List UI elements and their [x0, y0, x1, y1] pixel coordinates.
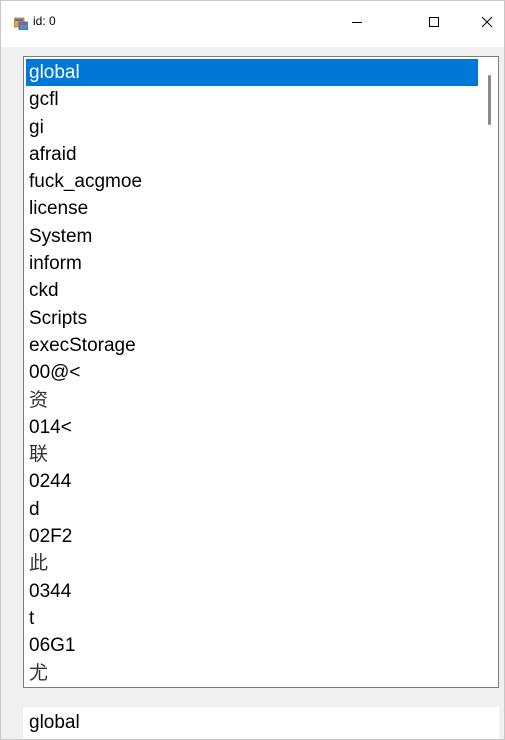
list-item-selected[interactable]: global — [26, 59, 478, 87]
close-button[interactable] — [464, 1, 505, 47]
window-title: id: 0 — [33, 14, 56, 28]
list-item[interactable]: 02F2 — [26, 523, 478, 550]
list-item[interactable]: 0344 — [26, 578, 478, 605]
list-item[interactable]: ckd — [26, 277, 478, 304]
app-window: id: 0 global gcfl gi afraid fuck_acgmoe licen… — [0, 0, 505, 740]
list-item[interactable]: afraid — [26, 141, 478, 168]
maximize-icon — [428, 15, 440, 33]
list-item[interactable]: 资 — [26, 387, 478, 414]
list-item[interactable]: 0244 — [26, 468, 478, 495]
list-item[interactable]: Scripts — [26, 305, 478, 332]
close-icon — [481, 15, 493, 33]
app-icon — [13, 16, 29, 31]
list-item[interactable]: gi — [26, 114, 478, 141]
value-textbox[interactable] — [23, 707, 499, 739]
list-item[interactable]: d — [26, 496, 478, 523]
list-item[interactable]: gcfl — [26, 86, 478, 113]
list-item[interactable]: 00@< — [26, 359, 478, 386]
list-item[interactable]: license — [26, 195, 478, 222]
list-item[interactable]: 014< — [26, 414, 478, 441]
minimize-icon — [351, 15, 363, 33]
list-item[interactable]: fuck_acgmoe — [26, 168, 478, 195]
list-item[interactable]: 06G1 — [26, 632, 478, 659]
list-item[interactable]: 尤 — [26, 660, 478, 687]
list-item[interactable]: System — [26, 223, 478, 250]
items-listbox[interactable]: global gcfl gi afraid fuck_acgmoe license Syst… — [23, 56, 499, 688]
list-item[interactable]: execStorage — [26, 332, 478, 359]
items-list: global gcfl gi afraid fuck_acgmoe license Syst… — [26, 59, 478, 687]
title-bar[interactable]: id: 0 — [1, 1, 504, 47]
list-item[interactable]: 联 — [26, 441, 478, 468]
maximize-button[interactable] — [411, 1, 457, 47]
minimize-button[interactable] — [334, 1, 380, 47]
scrollbar-thumb[interactable] — [488, 75, 491, 125]
list-item[interactable]: 此 — [26, 550, 478, 577]
list-item[interactable]: inform — [26, 250, 478, 277]
vertical-scrollbar[interactable] — [480, 57, 498, 687]
list-item[interactable]: t — [26, 605, 478, 632]
